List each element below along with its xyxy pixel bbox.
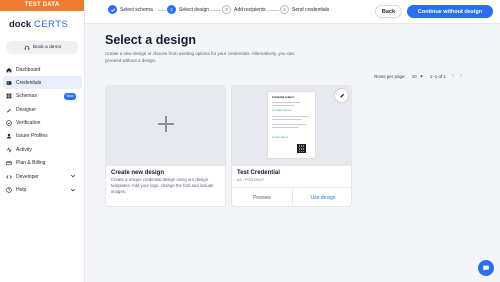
rows-per-page-label: Rows per page: bbox=[374, 73, 406, 79]
card-title: Create new design bbox=[111, 170, 165, 176]
page-title: Select a design bbox=[105, 33, 197, 47]
sidebar-item-label: Developer bbox=[16, 173, 39, 180]
schemas-icon bbox=[6, 93, 12, 99]
card-title: Test Credential bbox=[237, 170, 280, 176]
step-number: 3 bbox=[222, 5, 231, 14]
step-connector bbox=[268, 9, 279, 11]
sidebar-item-designer[interactable]: Designer bbox=[3, 103, 82, 116]
doc-text-line bbox=[272, 116, 308, 117]
edit-design-button[interactable] bbox=[335, 89, 348, 102]
step-add-recipients[interactable]: 3 Add recipients bbox=[222, 5, 266, 14]
sidebar-item-label: Activity bbox=[16, 146, 32, 153]
doc-title: Credential subject bbox=[272, 96, 294, 99]
sidebar-item-help[interactable]: Help bbox=[3, 184, 82, 197]
next-page-icon[interactable]: › bbox=[460, 73, 462, 79]
step-connector bbox=[210, 9, 221, 11]
home-icon bbox=[6, 67, 12, 73]
create-design-card[interactable]: Create new design Create a unique creden… bbox=[105, 85, 226, 207]
sidebar-item-credentials[interactable]: Credentials bbox=[3, 76, 82, 90]
sidebar-item-label: Help bbox=[16, 187, 27, 194]
activity-icon bbox=[6, 147, 12, 153]
step-label: Add recipients bbox=[234, 6, 266, 13]
book-demo-button[interactable]: Book a demo bbox=[6, 41, 79, 54]
qr-code-icon bbox=[297, 144, 306, 153]
create-design-thumbnail[interactable] bbox=[106, 86, 225, 166]
card-format: A4 - PORTRAIT bbox=[237, 178, 265, 182]
doc-signature: Lorem ipsum bbox=[272, 135, 289, 139]
chat-support-button[interactable] bbox=[478, 260, 494, 276]
rows-per-page-value: 10 bbox=[411, 73, 417, 79]
step-number: 4 bbox=[280, 5, 289, 14]
doc-text-line bbox=[272, 119, 302, 120]
designer-icon bbox=[6, 107, 12, 113]
sidebar-nav: Dashboard Credentials Schemas New Design… bbox=[3, 63, 82, 197]
developer-icon bbox=[6, 174, 12, 180]
step-label: Select schema bbox=[120, 6, 153, 13]
doc-text-line bbox=[272, 124, 306, 125]
sidebar-item-activity[interactable]: Activity bbox=[3, 143, 82, 156]
logo-certs-text: CERTS bbox=[33, 19, 69, 30]
sidebar-item-label: Credentials bbox=[16, 79, 42, 86]
sidebar-item-label: Designer bbox=[16, 106, 37, 113]
sidebar-item-label: Dashboard bbox=[16, 66, 41, 73]
verification-icon bbox=[6, 120, 12, 126]
page-description: Create a new design or choose from exist… bbox=[105, 51, 295, 63]
doc-subject-name: {{ subject.name }} bbox=[272, 109, 292, 112]
help-icon bbox=[6, 187, 12, 193]
pagination: Rows per page: 10 1–1 of 1 ‹ › bbox=[374, 73, 462, 79]
doc-text-line bbox=[272, 127, 298, 128]
chat-icon bbox=[483, 265, 489, 271]
step-label: Send credentials bbox=[292, 6, 330, 13]
rows-per-page-select[interactable]: 10 bbox=[412, 74, 424, 79]
sidebar-item-label: Issuer Profiles bbox=[16, 133, 48, 140]
credentials-icon bbox=[6, 80, 12, 86]
card-actions: Preview Use design bbox=[232, 187, 351, 206]
doc-text-line bbox=[272, 105, 294, 106]
step-label: Select design bbox=[179, 6, 210, 13]
credential-design-card[interactable]: Credential subject {{ subject.name }} Lo… bbox=[231, 85, 352, 207]
test-data-banner: TEST DATA bbox=[0, 0, 84, 11]
step-send-credentials[interactable]: 4 Send credentials bbox=[280, 5, 329, 14]
card-description: Create a unique credential design using … bbox=[111, 177, 214, 194]
pencil-icon bbox=[339, 93, 344, 98]
sidebar-item-label: Plan & Billing bbox=[16, 160, 46, 167]
sidebar-item-dashboard[interactable]: Dashboard bbox=[3, 63, 82, 76]
billing-icon bbox=[6, 160, 12, 166]
sidebar-item-plan-billing[interactable]: Plan & Billing bbox=[3, 157, 82, 170]
continue-without-design-button[interactable]: Continue without design bbox=[407, 5, 493, 18]
main-content: Select a design Create a new design or c… bbox=[85, 24, 500, 282]
caret-down-icon bbox=[419, 75, 423, 77]
logo[interactable]: dock CERTS bbox=[9, 19, 68, 31]
pagination-range: 1–1 of 1 bbox=[429, 73, 446, 79]
chevron-down-icon bbox=[70, 174, 76, 178]
plus-icon bbox=[158, 116, 174, 132]
credential-thumbnail[interactable]: Credential subject {{ subject.name }} Lo… bbox=[232, 86, 351, 166]
preview-button[interactable]: Preview bbox=[232, 188, 293, 206]
headset-icon bbox=[24, 45, 30, 50]
step-connector bbox=[158, 9, 166, 11]
step-number: 2 bbox=[167, 5, 176, 14]
prev-page-icon[interactable]: ‹ bbox=[452, 73, 454, 79]
logo-dock-text: dock bbox=[9, 19, 32, 30]
step-select-schema[interactable]: Select schema bbox=[108, 5, 153, 14]
sidebar-item-developer[interactable]: Developer bbox=[3, 170, 82, 183]
chevron-down-icon bbox=[70, 188, 76, 191]
back-button[interactable]: Back bbox=[375, 5, 402, 18]
credential-document-preview: Credential subject {{ subject.name }} Lo… bbox=[268, 92, 315, 158]
doc-text-line bbox=[272, 102, 300, 103]
sidebar: TEST DATA dock CERTS Book a demo Dashboa… bbox=[0, 0, 85, 282]
issuer-profiles-icon bbox=[6, 133, 12, 139]
use-design-button[interactable]: Use design bbox=[293, 188, 351, 206]
book-demo-label: Book a demo bbox=[32, 45, 62, 50]
sidebar-item-label: Schemas bbox=[16, 93, 37, 100]
check-icon bbox=[108, 5, 117, 14]
new-badge: New bbox=[63, 93, 76, 101]
sidebar-item-verification[interactable]: Verification bbox=[3, 117, 82, 130]
step-select-design[interactable]: 2 Select design bbox=[167, 5, 209, 14]
stepper-bar: Select schema 2 Select design 3 Add reci… bbox=[85, 0, 500, 24]
sidebar-item-label: Verification bbox=[16, 120, 41, 127]
sidebar-item-issuer-profiles[interactable]: Issuer Profiles bbox=[3, 130, 82, 143]
sidebar-item-schemas[interactable]: Schemas New bbox=[3, 90, 82, 103]
